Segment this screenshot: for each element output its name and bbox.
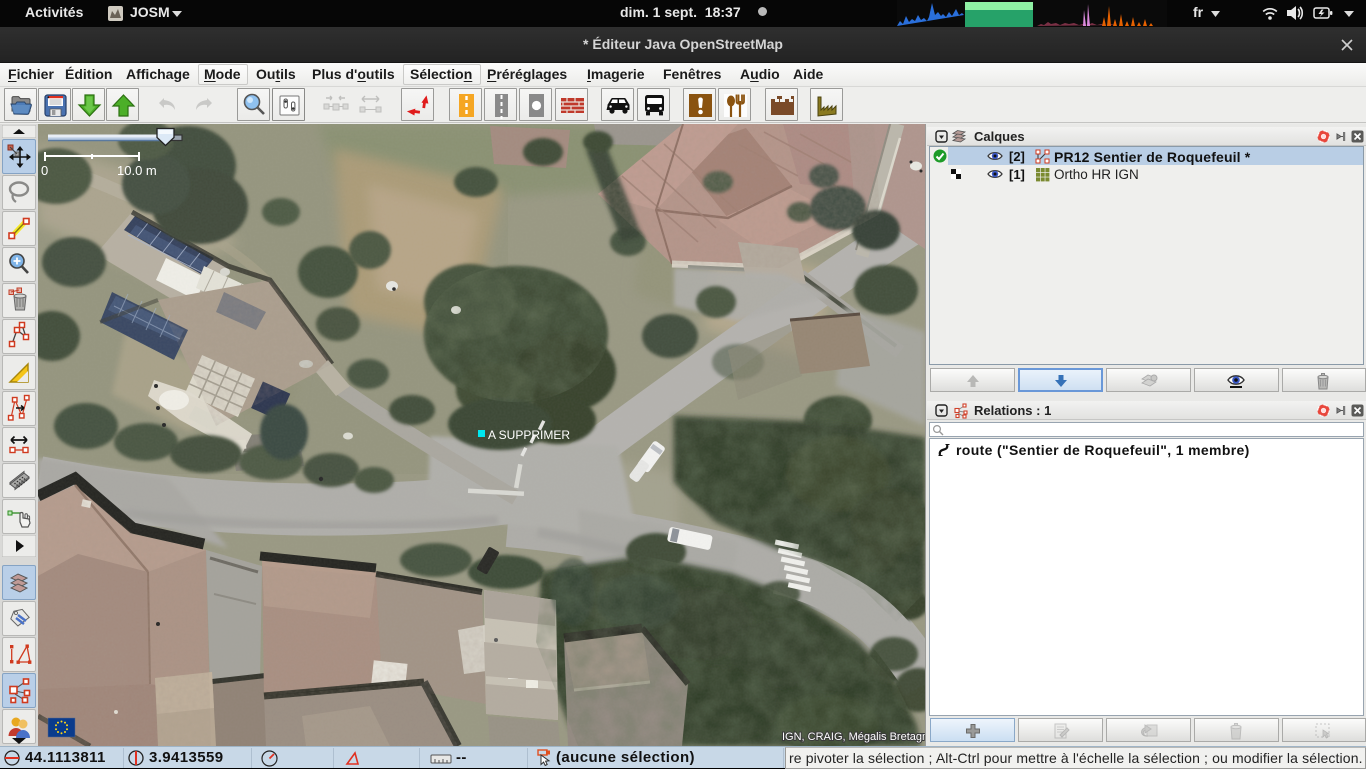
svg-text:10.0 m: 10.0 m	[117, 163, 157, 178]
svg-text:0: 0	[41, 163, 48, 178]
svg-text:A SUPPRIMER: A SUPPRIMER	[488, 428, 570, 442]
svg-text:IGN, CRAIG, Mégalis Bretagne: IGN, CRAIG, Mégalis Bretagne	[782, 731, 925, 743]
